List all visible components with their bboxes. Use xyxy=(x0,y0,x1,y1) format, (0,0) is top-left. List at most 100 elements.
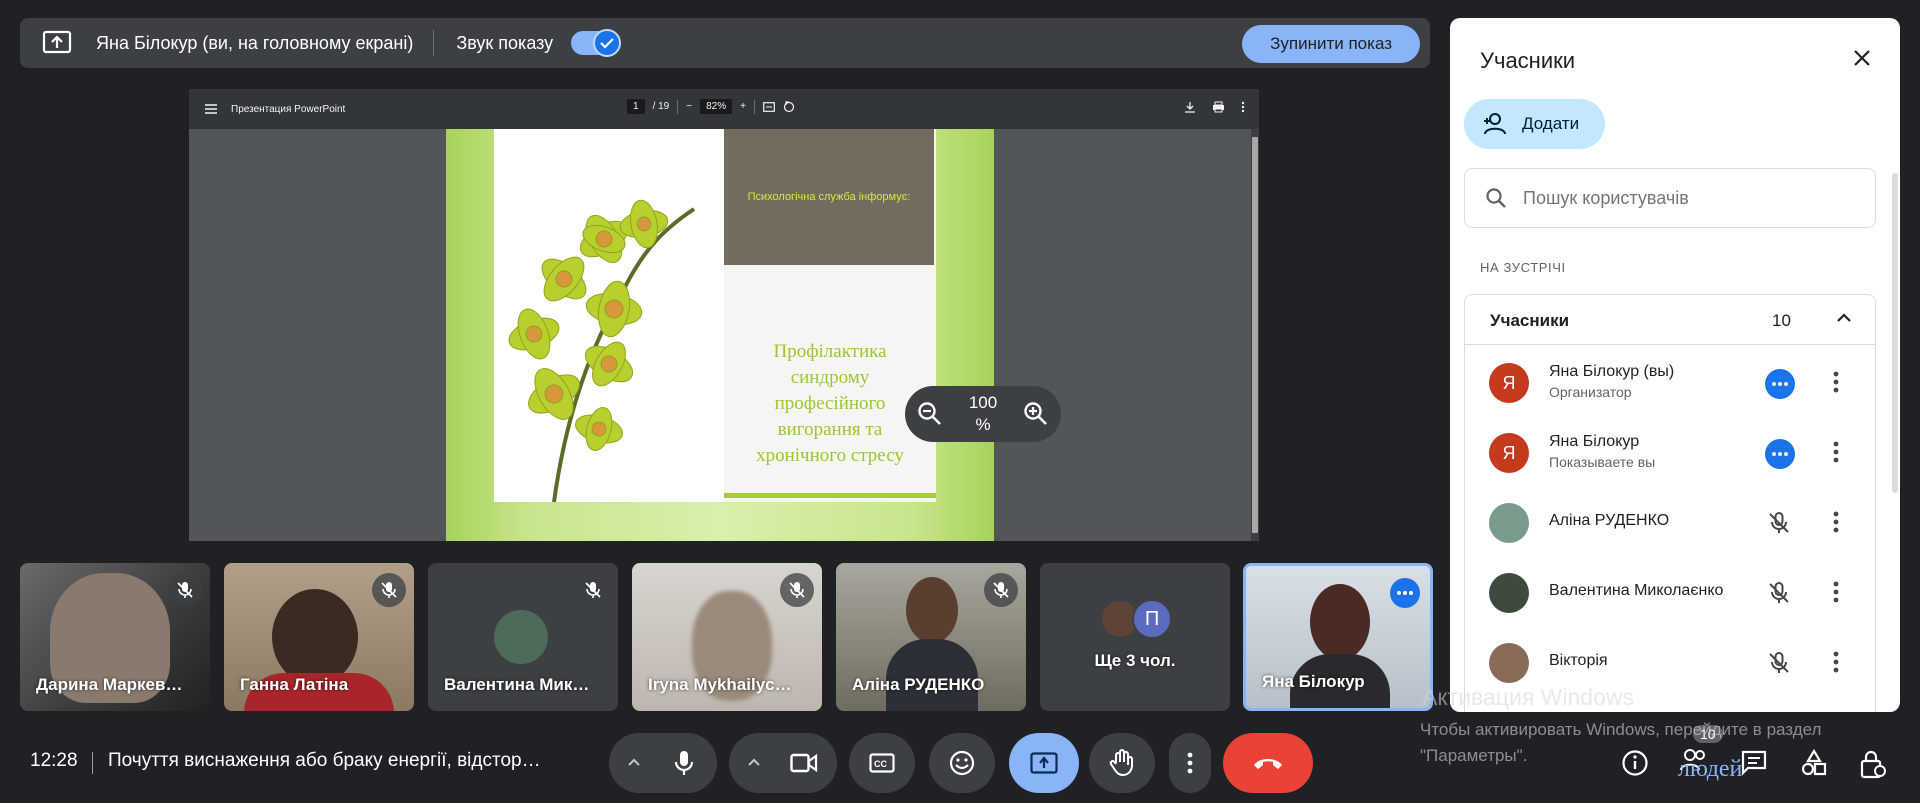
participant-name: Яна Білокур xyxy=(1549,433,1640,450)
check-icon xyxy=(593,29,622,57)
mic-off-icon xyxy=(1769,652,1789,673)
zoom-value: 100 xyxy=(968,393,998,412)
present-to-all-icon xyxy=(1030,752,1058,774)
captions-button[interactable]: CC xyxy=(849,733,915,793)
more-vert-icon[interactable] xyxy=(1833,371,1839,393)
participant-row: Валентина Миколаєнко xyxy=(1465,557,1875,627)
chevron-up-icon[interactable] xyxy=(747,757,761,767)
rotate-icon[interactable] xyxy=(783,100,795,113)
mic-off-icon xyxy=(372,573,406,607)
raise-hand-button[interactable] xyxy=(1089,733,1155,793)
chevron-up-icon[interactable] xyxy=(627,757,641,767)
slide-text-panel: Психологічна служба інформує: Профілакти… xyxy=(724,129,936,502)
zoom-in-icon[interactable] xyxy=(1023,401,1049,427)
toolbar-divider xyxy=(753,99,755,114)
sound-label: Звук показу xyxy=(456,32,554,53)
zoom-out-icon[interactable] xyxy=(917,401,943,427)
more-vert-icon xyxy=(1187,752,1193,774)
videocam-icon xyxy=(790,753,818,773)
avatar xyxy=(1489,573,1529,613)
participants-list-header[interactable]: Учасники 10 xyxy=(1465,295,1875,345)
call-end-icon xyxy=(1254,759,1282,769)
slide-title-line: хронічного стресу xyxy=(756,445,904,466)
camera-control-group xyxy=(729,733,837,793)
more-vert-icon[interactable] xyxy=(1833,441,1839,463)
more-options-icon[interactable] xyxy=(1390,578,1420,608)
search-box xyxy=(1464,168,1876,228)
camera-button[interactable] xyxy=(771,733,837,793)
zoom-control: 100 % xyxy=(905,386,1061,442)
panel-title: Учасники xyxy=(1480,48,1576,73)
slide-title-line: вигорання та xyxy=(777,419,883,440)
participant-tile[interactable]: Ганна Латіна xyxy=(224,563,414,711)
scrollbar-thumb[interactable] xyxy=(1252,137,1258,533)
more-vert-icon[interactable] xyxy=(1833,651,1839,673)
participant-row: Я Яна Білокур (вы) Организатор xyxy=(1465,347,1875,417)
zoom-in-icon[interactable]: + xyxy=(740,101,746,112)
participant-name: Аліна РУДЕНКО xyxy=(1549,512,1670,529)
pdf-scrollbar[interactable] xyxy=(1251,129,1259,541)
presenter-label: Яна Білокур (ви, на головному екрані) xyxy=(96,32,414,53)
download-icon[interactable] xyxy=(1184,101,1196,113)
zoom-out-icon[interactable]: − xyxy=(686,101,692,112)
more-vert-icon[interactable] xyxy=(1833,511,1839,533)
participant-name: Яна Білокур xyxy=(1262,672,1365,691)
page-number-input[interactable]: 1 xyxy=(627,99,645,114)
pdf-actions xyxy=(1184,101,1245,113)
avatar xyxy=(1489,503,1529,543)
more-vert-icon[interactable] xyxy=(1833,581,1839,603)
audio-activity-icon xyxy=(1765,369,1795,399)
participant-video xyxy=(906,577,958,643)
participant-tile-self[interactable]: Яна Білокур xyxy=(1243,563,1433,711)
close-icon[interactable] xyxy=(1850,46,1874,70)
participant-role: Организатор xyxy=(1549,384,1632,400)
participant-name: Валентина Миколаєнко xyxy=(1549,582,1724,599)
reactions-button[interactable] xyxy=(929,733,995,793)
participant-tile[interactable]: Iryna Mykhailyc… xyxy=(632,563,822,711)
mic-off-icon xyxy=(1769,512,1789,533)
slide-title-line: Профілактика xyxy=(773,341,887,362)
list-label: Учасники xyxy=(1490,311,1570,330)
stop-presenting-button[interactable]: Зупинити показ xyxy=(1242,25,1420,63)
zoom-level-input[interactable]: 82% xyxy=(700,99,733,114)
mic-control-group xyxy=(609,733,717,793)
mic-off-icon xyxy=(780,573,814,607)
participant-tile[interactable]: Аліна РУДЕНКО xyxy=(836,563,1026,711)
slide-underline xyxy=(724,493,936,498)
participant-tile[interactable]: Дарина Маркев… xyxy=(20,563,210,711)
panel-scrollbar[interactable] xyxy=(1892,173,1898,493)
sound-toggle[interactable] xyxy=(571,29,622,57)
microphone-button[interactable] xyxy=(651,733,717,793)
menu-icon[interactable] xyxy=(205,104,217,114)
more-options-button[interactable] xyxy=(1169,733,1211,793)
slide-title-line: синдрому xyxy=(790,367,870,388)
participant-name: Дарина Маркев… xyxy=(36,675,183,694)
leave-call-button[interactable] xyxy=(1223,733,1313,793)
banner-divider xyxy=(433,30,435,56)
svg-text:CC: CC xyxy=(874,759,887,769)
present-screen-button[interactable] xyxy=(1009,733,1079,793)
more-vert-icon[interactable] xyxy=(1241,101,1245,113)
microphone-icon xyxy=(674,751,694,775)
slide-title: Профілактика синдрому професійного вигор… xyxy=(724,339,936,469)
section-label: НА ЗУСТРІЧІ xyxy=(1480,260,1566,275)
search-input[interactable] xyxy=(1523,187,1853,209)
present-screen-icon xyxy=(42,30,72,54)
zoom-percentage: 100 % xyxy=(953,392,1013,436)
windows-activation-title: Активация Windows xyxy=(1422,684,1634,710)
print-icon[interactable] xyxy=(1212,101,1225,113)
more-participants-label: Ще 3 чол. xyxy=(1094,651,1176,670)
add-people-button[interactable]: Додати xyxy=(1464,99,1606,149)
slide-service-label: Психологічна служба інформує: xyxy=(747,191,911,203)
participant-name: Аліна РУДЕНКО xyxy=(852,675,985,694)
participant-tile[interactable]: Валентина Мик… xyxy=(428,563,618,711)
participant-video xyxy=(1310,584,1370,660)
fit-page-icon[interactable] xyxy=(763,101,775,112)
meet-window: Яна Білокур (ви, на головному екрані) Зв… xyxy=(0,0,1920,803)
document-title: Презентация PowerPoint xyxy=(231,103,346,115)
chevron-up-icon[interactable] xyxy=(1835,309,1853,327)
more-participants-tile[interactable]: П Ще 3 чол. xyxy=(1040,563,1230,711)
orchid-image xyxy=(494,129,724,503)
participant-name: Ганна Латіна xyxy=(240,675,349,694)
mic-off-icon xyxy=(1769,582,1789,603)
